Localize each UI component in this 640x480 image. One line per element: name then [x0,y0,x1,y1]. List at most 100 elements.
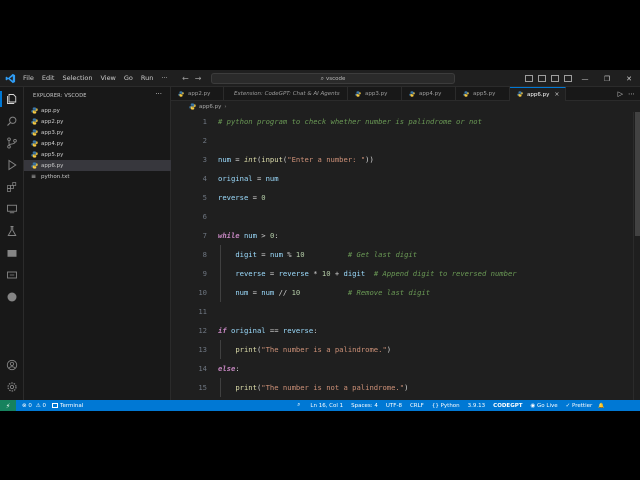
text-file-icon: ≡ [31,173,37,180]
tab[interactable]: app5.py [456,87,510,101]
code-editor[interactable]: 1 # python program to check whether numbe… [171,112,640,400]
nav-arrows: ← → [182,70,201,87]
menu-view[interactable]: View [96,70,119,87]
explorer-icon[interactable] [0,89,24,109]
source-control-icon[interactable] [0,133,24,153]
file-item[interactable]: app.py [24,105,171,116]
code-text: num = num // 10 # Remove last digit [235,288,431,297]
search-icon[interactable] [0,111,24,131]
toggle-secondary-sidebar-icon[interactable] [551,75,559,82]
account-icon[interactable] [0,355,24,375]
file-item[interactable]: app2.py [24,116,171,127]
more-actions-icon[interactable]: ··· [155,90,162,98]
terminal-icon [52,403,59,408]
file-item[interactable]: ≡ python.txt [24,171,171,182]
line-number: 13 [198,345,207,354]
code-text: reverse = reverse * 10 + digit # Append … [235,269,517,278]
code-text: # python program to check whether number… [218,117,482,126]
menu-more[interactable]: ··· [157,70,171,87]
status-language[interactable]: {} Python [432,403,460,409]
file-item[interactable]: app4.py [24,138,171,149]
close-tab-icon[interactable]: × [554,91,559,98]
python-file-icon [31,151,38,158]
file-name: app6.py [41,162,64,169]
status-eol[interactable]: CRLF [410,403,424,409]
tab-active[interactable]: app6.py × [510,87,566,101]
status-codegpt[interactable]: CODEGPT [493,403,522,409]
toggle-sidebar-icon[interactable] [525,75,533,82]
codegpt-icon[interactable] [0,265,24,285]
python-file-icon [31,107,38,114]
menu-file[interactable]: File [19,70,38,87]
indent-guide [220,340,221,359]
menu-go[interactable]: Go [120,70,137,87]
back-arrow-icon[interactable]: ← [182,74,189,83]
tab[interactable]: app4.py [402,87,456,101]
extensions-icon[interactable] [0,177,24,197]
status-warnings[interactable]: ⚠ 0 [36,403,46,409]
status-terminal[interactable]: Terminal [52,403,83,409]
run-debug-icon[interactable] [0,155,24,175]
tab-label: app6.py [527,91,550,98]
line-number: 12 [198,326,207,335]
editor-scrollbar[interactable] [633,112,640,400]
indent-guide [220,378,221,397]
toggle-panel-icon[interactable] [538,75,546,82]
menu-edit[interactable]: Edit [38,70,59,87]
file-item[interactable]: app5.py [24,149,171,160]
python-file-icon [178,90,185,98]
maximize-icon[interactable]: ❐ [596,70,618,87]
notifications-bell-icon[interactable]: 🔔 [598,403,604,409]
status-prettier[interactable]: ✓ Prettier [566,403,593,409]
menu-selection[interactable]: Selection [58,70,96,87]
layout-controls [525,70,572,87]
status-bar: ⚡ ⊗ 0 ⚠ 0 Terminal ⌕ Ln 16, Col 1 Spaces… [0,400,640,411]
scrollbar-thumb[interactable] [635,112,640,236]
tab-label: app3.py [365,91,388,97]
line-number: 1 [202,117,207,126]
settings-gear-icon[interactable] [0,377,24,397]
forward-arrow-icon[interactable]: → [195,74,202,83]
code-line: 4 original = num [171,169,631,188]
code-text: num = int(input("Enter a number: ")) [218,155,374,164]
remote-explorer-icon[interactable] [0,199,24,219]
tab-label: app2.py [188,91,211,97]
status-indentation[interactable]: Spaces: 4 [351,403,378,409]
python-file-icon [463,90,470,98]
tab[interactable]: app3.py [348,87,402,101]
code-line: 11 [171,302,631,321]
zoom-icon[interactable]: ⌕ [297,402,300,409]
menu-run[interactable]: Run [137,70,157,87]
status-encoding[interactable]: UTF-8 [386,403,402,409]
status-errors[interactable]: ⊗ 0 [22,403,32,409]
status-go-live[interactable]: ◉ Go Live [531,403,558,409]
tab[interactable]: Extension: CodeGPT: Chat & AI Agents [224,87,348,101]
file-name: app.py [41,107,60,114]
python-file-icon [409,90,416,98]
customize-layout-icon[interactable] [564,75,572,82]
breadcrumb-file[interactable]: app6.py [199,104,221,110]
tab-label: app5.py [473,91,496,97]
file-item[interactable]: app6.py [24,160,171,171]
code-line: 12 if original == reverse: [171,321,631,340]
line-number: 14 [198,364,207,373]
run-file-icon[interactable]: ▷ [618,90,623,98]
terminal-label: Terminal [60,402,84,409]
docker-icon[interactable] [0,243,24,263]
close-window-icon[interactable]: ✕ [618,70,640,87]
status-python-version[interactable]: 3.9.13 [468,403,486,409]
line-number: 10 [198,288,207,297]
file-item[interactable]: app3.py [24,127,171,138]
remote-indicator-icon[interactable]: ⚡ [0,400,16,411]
command-center-search[interactable]: ⌕ vscode [211,73,455,84]
minimize-icon[interactable]: — [574,70,596,87]
status-cursor-position[interactable]: Ln 16, Col 1 [310,403,343,409]
code-line: 8 digit = num % 10 # Get last digit [171,245,631,264]
tab[interactable]: app2.py [171,87,224,101]
live-share-icon[interactable] [0,287,24,307]
code-line: 9 reverse = reverse * 10 + digit # Appen… [171,264,631,283]
activity-bar [0,87,24,400]
testing-icon[interactable] [0,221,24,241]
more-actions-icon[interactable]: ⋯ [628,90,635,98]
code-text: print("The number is not a palindrome.") [235,383,409,392]
